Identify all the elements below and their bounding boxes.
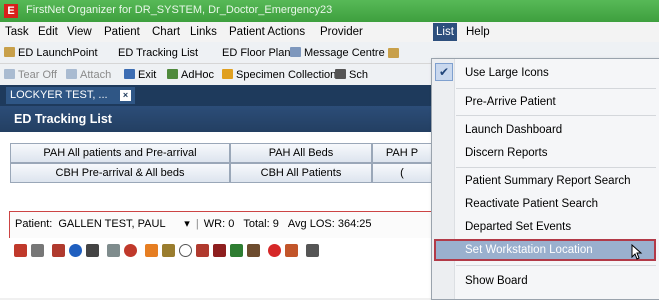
calendar-icon (335, 69, 346, 79)
checkmark-icon: ✔ (435, 63, 453, 81)
binoculars-icon[interactable] (31, 244, 44, 257)
avg-los: Avg LOS: 364:25 (287, 218, 372, 230)
waiting-room-count: WR: 0 (203, 218, 235, 230)
window-title: FirstNet Organizer for DR_SYSTEM, Dr_Doc… (26, 4, 333, 16)
menu-patient-summary-report-search[interactable]: Patient Summary Report Search (465, 172, 655, 190)
menu-separator (456, 115, 656, 116)
tab-pah-all-beds[interactable]: PAH All Beds (230, 143, 372, 163)
menu-task[interactable]: Task (5, 25, 29, 40)
add-circle-icon[interactable] (69, 244, 82, 257)
menu-gutter (432, 59, 455, 299)
red-case-icon[interactable] (14, 244, 27, 257)
total-count: Total: 9 (243, 218, 279, 230)
clipboard-icon[interactable] (86, 244, 99, 257)
transfer-icon[interactable] (107, 244, 120, 257)
toolbar-overflow-icon[interactable] (388, 48, 399, 58)
menu-help[interactable]: Help (466, 25, 490, 40)
ed-launchpoint-button[interactable]: ED LaunchPoint (4, 46, 98, 60)
patient-tab-label: LOCKYER TEST, ... (10, 89, 108, 101)
ed-floor-plan-button[interactable]: ED Floor Plan (222, 46, 290, 60)
patient-filter-label: Patient: (15, 218, 53, 230)
adhoc-label: AdHoc (181, 69, 215, 81)
ed-tracking-list-button[interactable]: ED Tracking List (118, 46, 198, 60)
tear-off-label: Tear Off (18, 69, 57, 81)
menu-provider[interactable]: Provider (320, 25, 363, 40)
page-title: ED Tracking List (14, 112, 112, 126)
close-icon[interactable]: × (120, 90, 131, 101)
schedule-button[interactable]: Sch (335, 68, 368, 82)
specimen-collection-label: Specimen Collection (236, 69, 337, 81)
menu-links[interactable]: Links (190, 25, 217, 40)
arrow-icon[interactable] (145, 244, 158, 257)
specimen-collection-button[interactable]: Specimen Collection (222, 68, 336, 82)
chevron-down-icon[interactable]: ▾ (184, 218, 190, 230)
checklist-icon[interactable] (196, 244, 209, 257)
tab-cbh-all-patients[interactable]: CBH All Patients (230, 163, 372, 183)
attach-icon (66, 69, 77, 79)
menu-separator (456, 265, 656, 266)
message-icon (290, 47, 301, 57)
circle-icon[interactable] (179, 244, 192, 257)
clock-icon[interactable] (124, 244, 137, 257)
menu-reactivate-patient-search[interactable]: Reactivate Patient Search (465, 195, 655, 213)
mouse-pointer-icon (631, 244, 643, 260)
chart-icon[interactable] (230, 244, 243, 257)
adhoc-icon (167, 69, 178, 79)
menu-separator (456, 88, 656, 89)
menu-discern-reports[interactable]: Discern Reports (465, 144, 655, 162)
menu-separator (456, 167, 656, 168)
patient-filter: Patient: GALLEN TEST, PAUL ▾ | WR: 0 Tot… (15, 217, 372, 230)
exit-label: Exit (138, 69, 157, 81)
separator: | (195, 218, 199, 230)
flag-icon[interactable] (213, 244, 226, 257)
ed-launchpoint-label: ED LaunchPoint (18, 47, 98, 59)
schedule-label: Sch (349, 69, 368, 81)
patient-tab[interactable]: LOCKYER TEST, ... × (6, 87, 135, 104)
menu-list[interactable]: List (433, 23, 457, 41)
adhoc-button[interactable]: AdHoc (167, 68, 214, 82)
message-centre-label: Message Centre (304, 47, 385, 59)
menu-chart[interactable]: Chart (152, 25, 180, 40)
person-icon[interactable] (285, 244, 298, 257)
menu-show-board[interactable]: Show Board (465, 272, 655, 290)
patient-select[interactable]: GALLEN TEST, PAUL (58, 218, 165, 230)
menu-launch-dashboard[interactable]: Launch Dashboard (465, 121, 655, 139)
menu-patient-actions[interactable]: Patient Actions (229, 25, 305, 40)
tab-pah-all-patients[interactable]: PAH All patients and Pre-arrival (10, 143, 230, 163)
plus-icon[interactable] (52, 244, 65, 257)
list-menu-dropdown: ✔ Use Large Icons Pre-Arrive Patient Lau… (431, 58, 659, 300)
tear-off-button[interactable]: Tear Off (4, 68, 57, 82)
attach-button[interactable]: Attach (66, 68, 111, 82)
menu-edit[interactable]: Edit (38, 25, 58, 40)
menu-use-large-icons[interactable]: Use Large Icons (465, 64, 655, 82)
tab-cbh-pre-arrival[interactable]: CBH Pre-arrival & All beds (10, 163, 230, 183)
menu-departed-set-events[interactable]: Departed Set Events (465, 218, 655, 236)
exit-icon (124, 69, 135, 79)
app-icon: E (4, 4, 18, 18)
message-centre-button[interactable]: Message Centre (290, 46, 385, 60)
tab-cbh-partial[interactable]: ( (372, 163, 432, 183)
bed-icon[interactable] (162, 244, 175, 257)
menu-pre-arrive-patient[interactable]: Pre-Arrive Patient (465, 93, 655, 111)
launchpoint-icon (4, 47, 15, 57)
document-icon[interactable] (306, 244, 319, 257)
tear-off-icon (4, 69, 15, 79)
menu-patient[interactable]: Patient (104, 25, 140, 40)
menu-view[interactable]: View (67, 25, 92, 40)
specimen-icon (222, 69, 233, 79)
menu-bar: Task Edit View Patient Chart Links Patie… (0, 22, 659, 42)
tab-pah-partial[interactable]: PAH P (372, 143, 432, 163)
note-icon[interactable] (247, 244, 260, 257)
title-bar: E FirstNet Organizer for DR_SYSTEM, Dr_D… (0, 0, 659, 22)
no-entry-icon[interactable] (268, 244, 281, 257)
menu-set-workstation-location[interactable]: Set Workstation Location (465, 241, 655, 259)
exit-button[interactable]: Exit (124, 68, 156, 82)
attach-label: Attach (80, 69, 112, 81)
